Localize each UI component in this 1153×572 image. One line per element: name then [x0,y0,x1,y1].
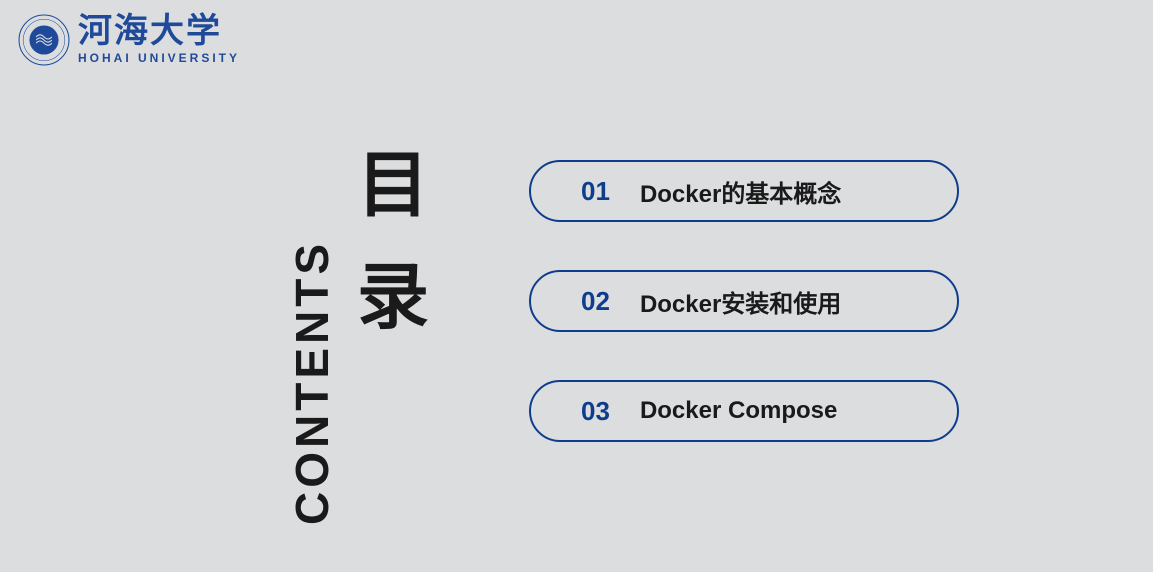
heading-char-1: 目 [357,150,429,222]
logo-english: HOHAI UNIVERSITY [78,51,240,65]
university-logo: 河海大学 HOHAI UNIVERSITY [18,14,240,66]
heading-char-2: 录 [357,262,429,334]
toc-item-2: 02 Docker安装和使用 [529,270,959,332]
toc-number: 02 [581,286,610,317]
heading-group: CONTENTS 目 录 [285,150,429,525]
logo-chinese: 河海大学 [78,15,240,49]
toc-number: 01 [581,176,610,207]
toc-title: Docker Compose [640,397,837,425]
emblem-icon [18,14,70,66]
toc-number: 03 [581,396,610,427]
toc-list: 01 Docker的基本概念 02 Docker安装和使用 03 Docker … [529,160,959,442]
heading-chinese: 目 录 [357,150,429,334]
logo-text: 河海大学 HOHAI UNIVERSITY [78,15,240,65]
toc-item-1: 01 Docker的基本概念 [529,160,959,222]
toc-item-3: 03 Docker Compose [529,380,959,442]
heading-english: CONTENTS [285,240,339,525]
contents-section: CONTENTS 目 录 01 Docker的基本概念 02 Docker安装和… [285,150,959,525]
toc-title: Docker安装和使用 [640,284,841,319]
toc-title: Docker的基本概念 [640,174,841,209]
